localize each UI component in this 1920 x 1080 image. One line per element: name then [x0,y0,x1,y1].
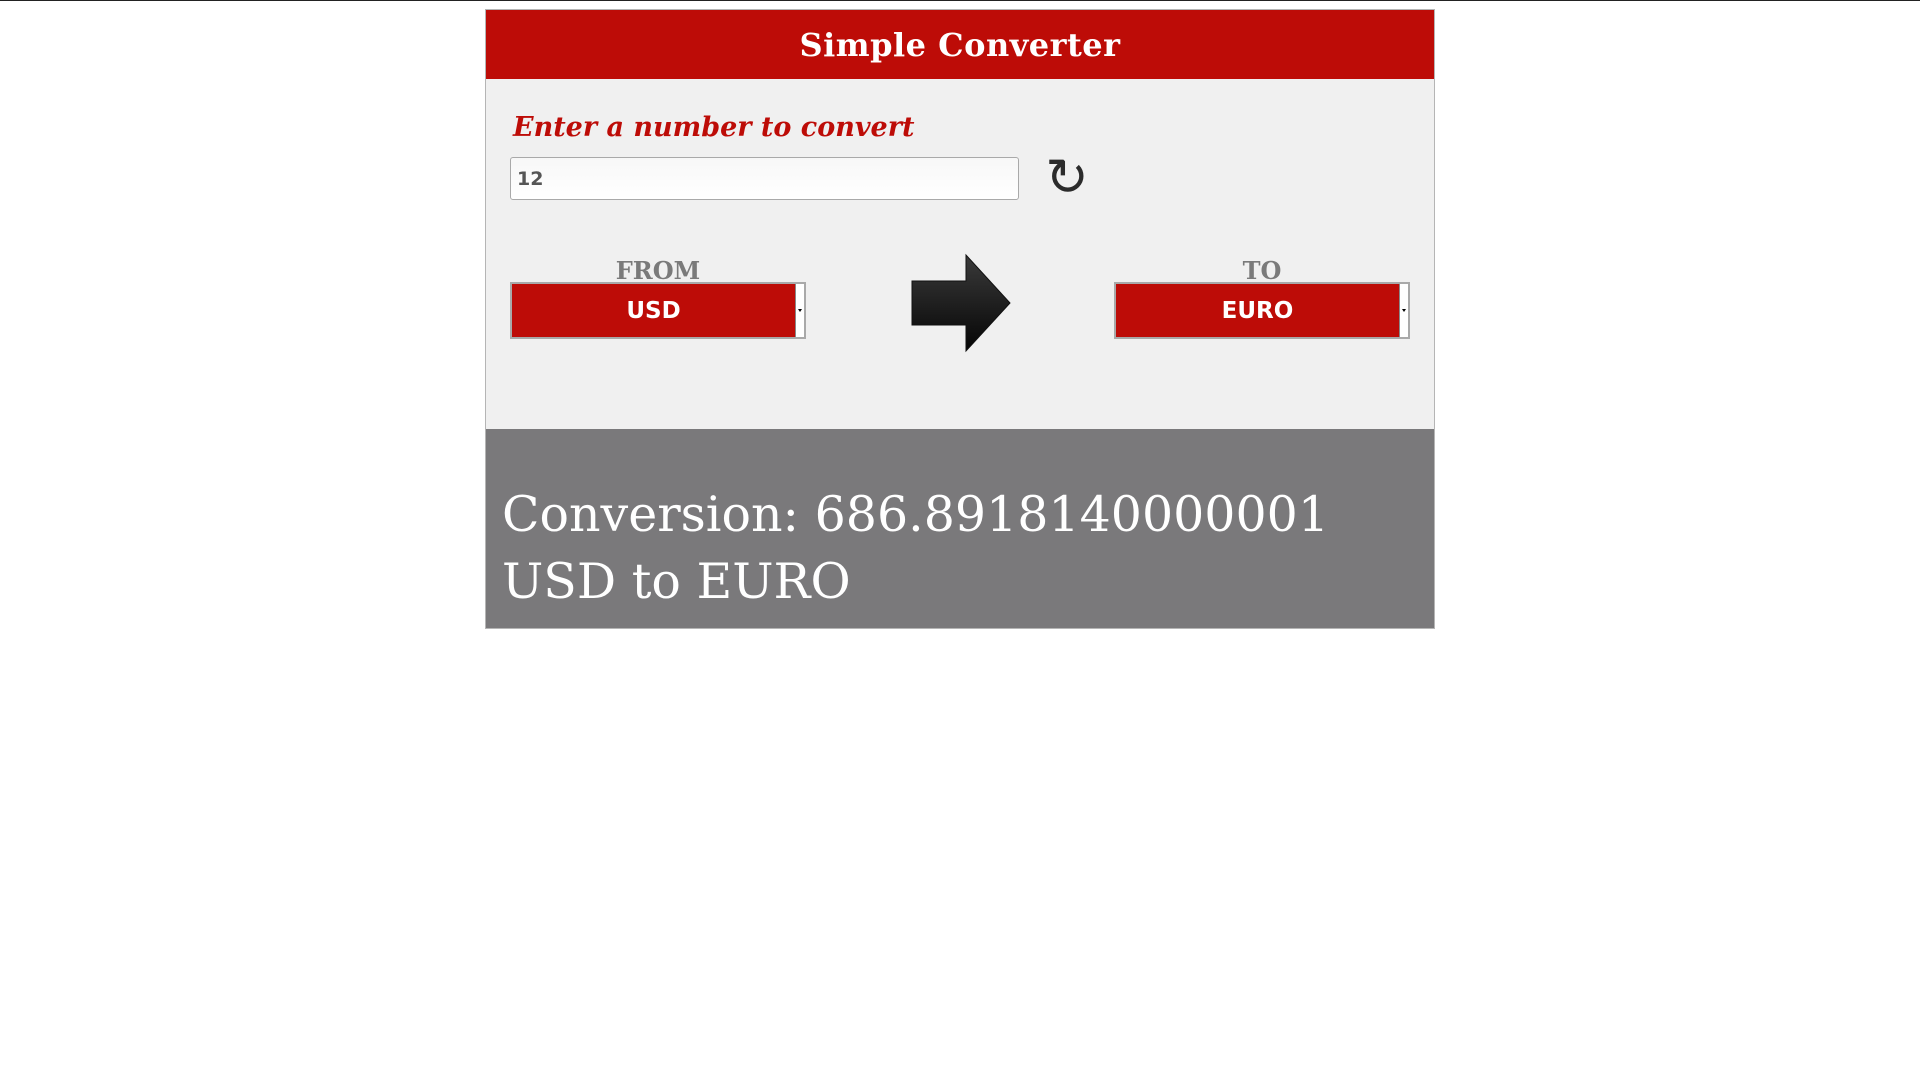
to-currency-select[interactable]: EURO [1114,282,1410,339]
conversion-result: Conversion: 686.8918140000001 USD to EUR… [502,486,1329,610]
right-arrow-icon [911,253,1011,353]
converter-card: Simple Converter Enter a number to conve… [485,9,1435,629]
to-label: TO [1242,256,1282,285]
dropdown-arrow-icon[interactable] [795,284,804,337]
number-input-label: Enter a number to convert [513,112,915,143]
refresh-icon[interactable]: ↻ [1039,150,1095,206]
from-currency-value: USD [626,297,681,324]
window-top-border [0,0,1920,1]
converter-header: Simple Converter [486,10,1434,79]
number-input[interactable] [510,157,1019,200]
app-title: Simple Converter [799,25,1121,64]
dropdown-arrow-icon[interactable] [1399,284,1408,337]
to-currency-value: EURO [1221,297,1294,324]
from-label: FROM [615,256,701,285]
from-currency-select[interactable]: USD [510,282,806,339]
result-panel: Conversion: 686.8918140000001 USD to EUR… [486,429,1434,628]
